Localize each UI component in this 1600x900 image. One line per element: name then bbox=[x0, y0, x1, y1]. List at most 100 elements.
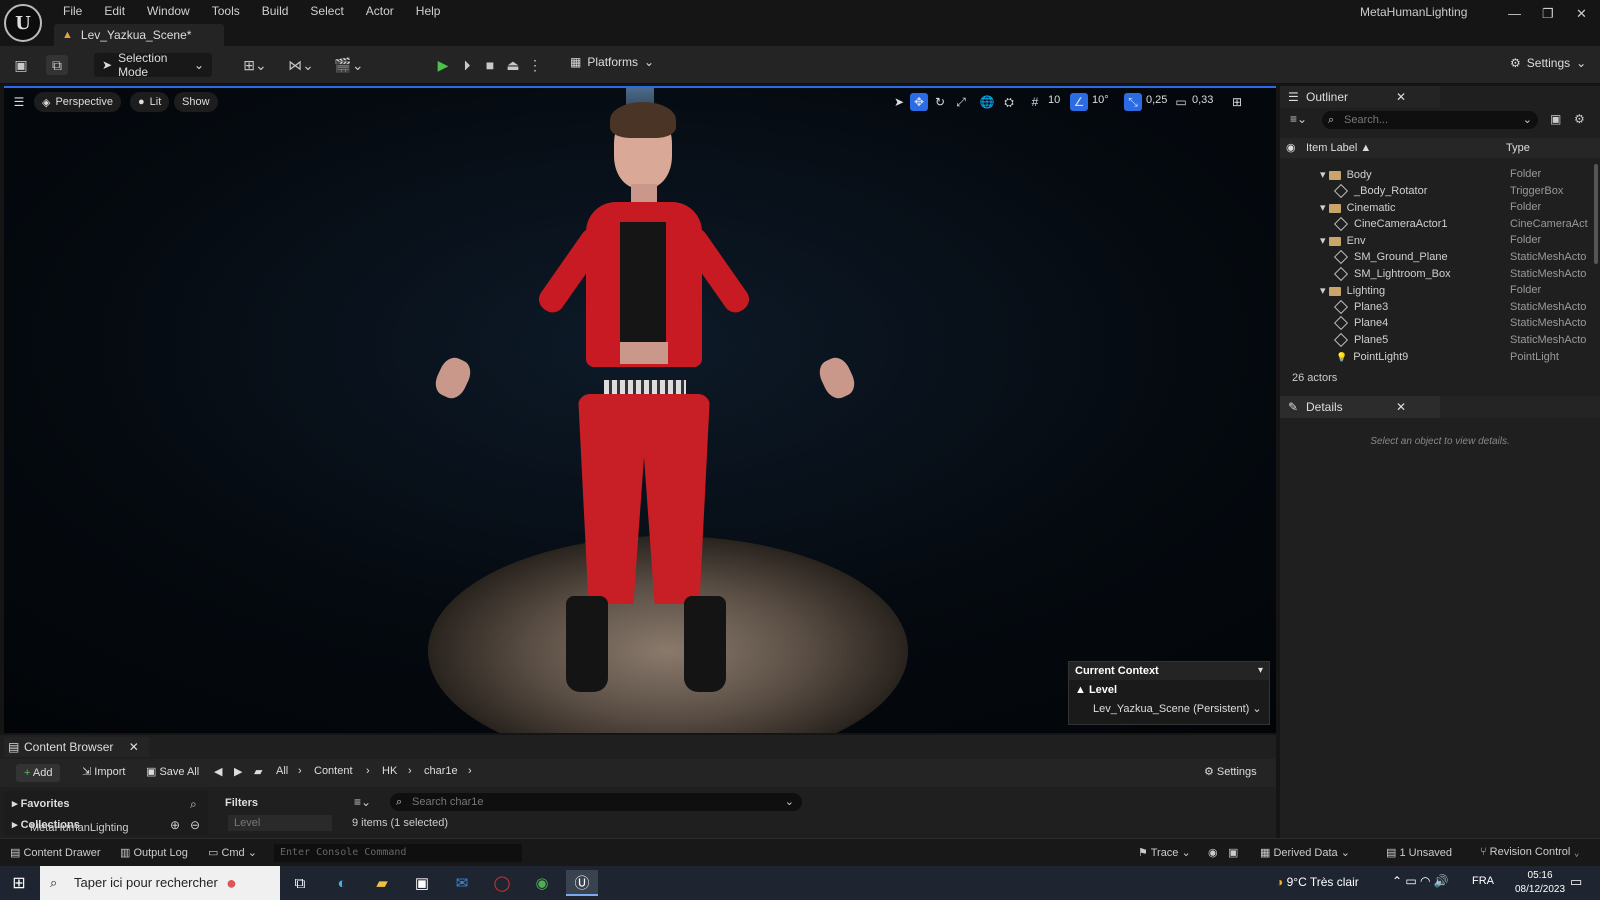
scale-snap-icon[interactable]: ⤡ bbox=[1124, 93, 1142, 111]
stop-icon[interactable]: ■ bbox=[479, 55, 501, 75]
revision-control-dropdown[interactable]: ⑂ Revision Control ⌄ bbox=[1480, 846, 1580, 858]
chevron-down-icon[interactable]: ▾ bbox=[1320, 235, 1329, 247]
layout-icon[interactable]: ⊞ bbox=[1228, 93, 1246, 111]
chevron-down-icon[interactable]: ▾ bbox=[1320, 285, 1329, 297]
project-folder[interactable]: MetaHumanLighting bbox=[30, 822, 128, 834]
cmd-dropdown[interactable]: ▭ Cmd ⌄ bbox=[208, 846, 257, 859]
trace-dropdown[interactable]: ⚑ Trace ⌄ bbox=[1138, 846, 1191, 859]
settings-dropdown[interactable]: ⚙ Settings ⌄ bbox=[1510, 56, 1586, 70]
outliner-row[interactable]: ▾ Env Folder bbox=[1280, 233, 1592, 249]
eject-icon[interactable]: ⏏ bbox=[502, 55, 524, 75]
add-actor-icon[interactable]: ⊞⌄ bbox=[238, 55, 272, 75]
derived-data-dropdown[interactable]: ▦ Derived Data ⌄ bbox=[1260, 846, 1350, 859]
menu-tools[interactable]: Tools bbox=[201, 2, 251, 20]
forward-icon[interactable]: ▶ bbox=[234, 765, 242, 778]
lit-button[interactable]: ● Lit bbox=[130, 92, 170, 112]
tray-icons[interactable]: ⌃ ▭ ◠ 🔊 bbox=[1392, 874, 1449, 888]
level-viewport[interactable]: ☰ ◈ Perspective ● Lit Show ➤ ✥ ↻ ⤢ 🌐 ⛭ #… bbox=[4, 86, 1276, 733]
add-collection-icon[interactable]: ⊕ bbox=[170, 818, 180, 832]
outliner-search-input[interactable]: ⌕ Search... ⌄ bbox=[1322, 111, 1538, 129]
close-tab-icon[interactable]: ✕ bbox=[129, 740, 139, 754]
step-icon[interactable]: ⏵ bbox=[456, 55, 478, 75]
outliner-row[interactable]: _Body_Rotator TriggerBox bbox=[1280, 183, 1592, 200]
scale-snap-value[interactable]: 0,25 bbox=[1146, 94, 1167, 106]
grid-snap-value[interactable]: 10 bbox=[1048, 94, 1060, 106]
menu-window[interactable]: Window bbox=[136, 2, 201, 20]
camera-icon[interactable]: ▣ bbox=[1228, 846, 1238, 859]
menu-file[interactable]: File bbox=[52, 2, 93, 20]
chevron-down-icon[interactable]: ▾ bbox=[1320, 202, 1329, 214]
minimize-icon[interactable]: — bbox=[1508, 6, 1521, 21]
language-indicator[interactable]: FRA bbox=[1472, 875, 1494, 887]
notification-icon[interactable]: ▭ bbox=[1570, 874, 1582, 890]
show-button[interactable]: Show bbox=[174, 92, 218, 112]
surface-snap-icon[interactable]: ⛭ bbox=[1000, 93, 1018, 111]
outliner-row[interactable]: ▾ Body Folder bbox=[1280, 167, 1592, 183]
console-input[interactable]: Enter Console Command bbox=[274, 844, 522, 862]
taskbar-clock[interactable]: 05:16 08/12/2023 bbox=[1515, 869, 1565, 897]
breadcrumb-content[interactable]: Content bbox=[314, 765, 353, 777]
folder-icon[interactable]: ▰ bbox=[254, 765, 262, 778]
eye-icon[interactable]: ◉ bbox=[1286, 141, 1296, 154]
rotation-snap-value[interactable]: 10° bbox=[1092, 94, 1109, 106]
save-all-button[interactable]: ▣ Save All bbox=[146, 765, 199, 778]
more-options-icon[interactable]: ⋮ bbox=[524, 55, 546, 75]
file-explorer-icon[interactable]: ▰ bbox=[366, 870, 398, 896]
outliner-row[interactable]: SM_Lightroom_Box StaticMeshActo bbox=[1280, 266, 1592, 283]
zoom-out-icon[interactable]: ⊖ bbox=[190, 818, 200, 832]
store-icon[interactable]: ▣ bbox=[406, 870, 438, 896]
browse-icon[interactable]: ⧉ bbox=[46, 55, 68, 75]
tab-content-browser[interactable]: ▤ Content Browser ✕ bbox=[4, 737, 149, 757]
opera-icon[interactable]: ◯ bbox=[486, 870, 518, 896]
edge-icon[interactable]: ◐ bbox=[326, 870, 358, 896]
outliner-row[interactable]: Plane4 StaticMeshActo bbox=[1280, 316, 1592, 332]
add-button[interactable]: + Add bbox=[16, 764, 61, 782]
selection-mode-dropdown[interactable]: ➤ Selection Mode ⌄ bbox=[94, 51, 212, 79]
level-document-tab[interactable]: ▲ Lev_Yazkua_Scene* bbox=[54, 24, 224, 46]
content-drawer-button[interactable]: ▤ Content Drawer bbox=[10, 846, 101, 859]
context-scene-dropdown[interactable]: Lev_Yazkua_Scene (Persistent) ⌄ bbox=[1093, 702, 1262, 715]
windows-start-icon[interactable]: ⊞ bbox=[10, 874, 28, 892]
content-settings-button[interactable]: ⚙ Settings bbox=[1204, 765, 1257, 778]
tab-outliner[interactable]: ☰ Outliner ✕ bbox=[1280, 86, 1440, 108]
outliner-scrollbar[interactable] bbox=[1594, 164, 1598, 264]
close-tab-icon[interactable]: ✕ bbox=[1396, 396, 1406, 418]
filter-icon[interactable]: ≡⌄ bbox=[1290, 112, 1307, 126]
scale-tool-icon[interactable]: ⤢ bbox=[952, 93, 970, 111]
tab-details[interactable]: ✎ Details ✕ bbox=[1280, 396, 1440, 418]
content-search-input[interactable]: ⌕ Search char1e ⌄ bbox=[390, 793, 802, 811]
filter-icon[interactable]: ≡⌄ bbox=[354, 795, 371, 809]
add-folder-icon[interactable]: ▣ bbox=[1550, 112, 1561, 126]
breadcrumb-hk[interactable]: HK bbox=[382, 765, 397, 777]
world-space-icon[interactable]: 🌐 bbox=[978, 93, 996, 111]
taskbar-search-input[interactable]: ⌕ Taper ici pour rechercher ● bbox=[40, 866, 280, 900]
current-context-title[interactable]: Current Context bbox=[1069, 662, 1269, 680]
chevron-down-icon[interactable]: ▾ bbox=[1320, 169, 1329, 181]
mail-icon[interactable]: ✉ bbox=[446, 870, 478, 896]
type-column[interactable]: Type bbox=[1506, 142, 1530, 154]
outliner-row[interactable]: Plane3 StaticMeshActo bbox=[1280, 299, 1592, 316]
outliner-row[interactable]: ▾ Cinematic Folder bbox=[1280, 200, 1592, 216]
blueprint-icon[interactable]: ⋈⌄ bbox=[284, 55, 318, 75]
record-icon[interactable]: ◉ bbox=[1208, 846, 1218, 859]
perspective-button[interactable]: ◈ Perspective bbox=[34, 92, 121, 112]
settings-icon[interactable]: ⚙ bbox=[1574, 112, 1585, 126]
outliner-row[interactable]: Plane5 StaticMeshActo bbox=[1280, 333, 1592, 349]
translate-tool-icon[interactable]: ✥ bbox=[910, 93, 928, 111]
close-tab-icon[interactable]: ✕ bbox=[1396, 86, 1406, 108]
breadcrumb-char1e[interactable]: char1e bbox=[424, 765, 458, 777]
outliner-row[interactable]: SM_Ground_Plane StaticMeshActo bbox=[1280, 250, 1592, 266]
unsaved-button[interactable]: ▤ 1 Unsaved bbox=[1386, 846, 1452, 859]
weather-widget[interactable]: ◑ 9°C Très clair bbox=[1276, 875, 1359, 889]
rotation-snap-icon[interactable]: ∠ bbox=[1070, 93, 1088, 111]
item-label-column[interactable]: Item Label ▲ bbox=[1306, 142, 1371, 154]
save-icon[interactable]: ▣ bbox=[10, 55, 32, 75]
outliner-row[interactable]: CineCameraActor1 CineCameraAct bbox=[1280, 216, 1592, 233]
task-view-icon[interactable]: ⧉ bbox=[284, 870, 316, 896]
breadcrumb-all[interactable]: All bbox=[276, 765, 288, 777]
camera-speed-value[interactable]: 0,33 bbox=[1192, 94, 1213, 106]
menu-select[interactable]: Select bbox=[299, 2, 354, 20]
menu-build[interactable]: Build bbox=[251, 2, 300, 20]
back-icon[interactable]: ◀ bbox=[214, 765, 222, 778]
output-log-button[interactable]: ▥ Output Log bbox=[120, 846, 188, 859]
